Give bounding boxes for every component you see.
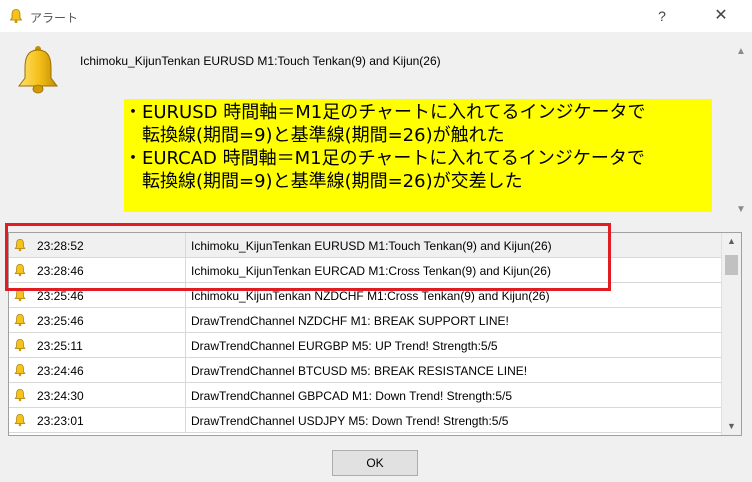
bell-icon <box>13 338 27 355</box>
bell-icon <box>13 238 27 255</box>
bell-icon <box>13 288 27 305</box>
close-button[interactable]: ✕ <box>704 4 738 28</box>
column-divider <box>185 233 186 258</box>
bell-icon <box>8 8 24 27</box>
callout-line: ・EURUSD 時間軸＝M1足のチャートに入れてるインジケータで <box>124 102 646 123</box>
alert-time: 23:25:11 <box>37 339 83 353</box>
annotation-callout: ・EURUSD 時間軸＝M1足のチャートに入れてるインジケータで 転換線(期間=… <box>124 99 712 212</box>
alert-text: Ichimoku_KijunTenkan EURUSD M1:Touch Ten… <box>191 239 552 253</box>
list-item[interactable]: 23:24:46 DrawTrendChannel BTCUSD M5: BRE… <box>9 358 721 383</box>
title-bar: アラート ? ✕ <box>0 0 752 32</box>
list-item[interactable]: 23:25:46 Ichimoku_KijunTenkan NZDCHF M1:… <box>9 283 721 308</box>
column-divider <box>185 283 186 308</box>
column-divider <box>185 308 186 333</box>
alert-time: 23:25:46 <box>37 314 84 328</box>
column-divider <box>185 383 186 408</box>
scroll-down-icon[interactable]: ▼ <box>736 204 746 215</box>
alert-text: DrawTrendChannel BTCUSD M5: BREAK RESIST… <box>191 364 528 378</box>
list-item[interactable]: 23:28:46 Ichimoku_KijunTenkan EURCAD M1:… <box>9 258 721 283</box>
callout-line: 転換線(期間=9)と基準線(期間=26)が交差した <box>124 171 523 192</box>
list-item[interactable]: 23:24:30 DrawTrendChannel GBPCAD M1: Dow… <box>9 383 721 408</box>
bell-icon <box>13 263 27 280</box>
column-divider <box>185 358 186 383</box>
list-item[interactable]: 23:25:11 DrawTrendChannel EURGBP M5: UP … <box>9 333 721 358</box>
alert-time: 23:24:46 <box>37 364 84 378</box>
scroll-up-icon[interactable]: ▲ <box>736 46 746 57</box>
window-title: アラート <box>30 11 79 25</box>
message-scrollbar[interactable]: ▲ ▼ <box>732 40 750 220</box>
bell-icon <box>13 413 27 430</box>
callout-line: ・EURCAD 時間軸＝M1足のチャートに入れてるインジケータで <box>124 148 645 169</box>
alert-text: DrawTrendChannel EURGBP M5: UP Trend! St… <box>191 339 498 353</box>
alert-time: 23:24:30 <box>37 389 84 403</box>
column-divider <box>185 408 186 433</box>
list-item[interactable]: 23:28:52 Ichimoku_KijunTenkan EURUSD M1:… <box>9 233 721 258</box>
bell-icon <box>13 388 27 405</box>
alert-time: 23:28:52 <box>37 239 84 253</box>
alert-text: DrawTrendChannel GBPCAD M1: Down Trend! … <box>191 389 513 403</box>
column-divider <box>185 258 186 283</box>
list-item[interactable]: 23:23:01 DrawTrendChannel USDJPY M5: Dow… <box>9 408 721 433</box>
callout-line: 転換線(期間=9)と基準線(期間=26)が触れた <box>124 125 505 146</box>
alert-text: DrawTrendChannel USDJPY M5: Down Trend! … <box>191 414 509 428</box>
column-divider <box>185 333 186 358</box>
alert-time: 23:28:46 <box>37 264 84 278</box>
alert-bell-icon <box>14 44 62 99</box>
list-item[interactable]: 23:25:46 DrawTrendChannel NZDCHF M1: BRE… <box>9 308 721 333</box>
scroll-down-icon[interactable]: ▼ <box>727 421 736 431</box>
alert-text: Ichimoku_KijunTenkan EURCAD M1:Cross Ten… <box>191 264 551 278</box>
alert-time: 23:25:46 <box>37 289 84 303</box>
current-alert-message: Ichimoku_KijunTenkan EURUSD M1:Touch Ten… <box>80 54 441 68</box>
scroll-up-icon[interactable]: ▲ <box>727 236 736 246</box>
alert-text: Ichimoku_KijunTenkan NZDCHF M1:Cross Ten… <box>191 289 550 303</box>
ok-button[interactable]: OK <box>332 450 418 476</box>
list-scrollbar[interactable]: ▲ ▼ <box>721 233 741 435</box>
alert-list[interactable]: 23:28:52 Ichimoku_KijunTenkan EURUSD M1:… <box>8 232 742 436</box>
bell-icon <box>13 313 27 330</box>
bell-icon <box>13 363 27 380</box>
alert-text: DrawTrendChannel NZDCHF M1: BREAK SUPPOR… <box>191 314 509 328</box>
help-button[interactable]: ? <box>648 4 676 28</box>
alert-time: 23:23:01 <box>37 414 84 428</box>
scroll-thumb[interactable] <box>725 255 738 275</box>
